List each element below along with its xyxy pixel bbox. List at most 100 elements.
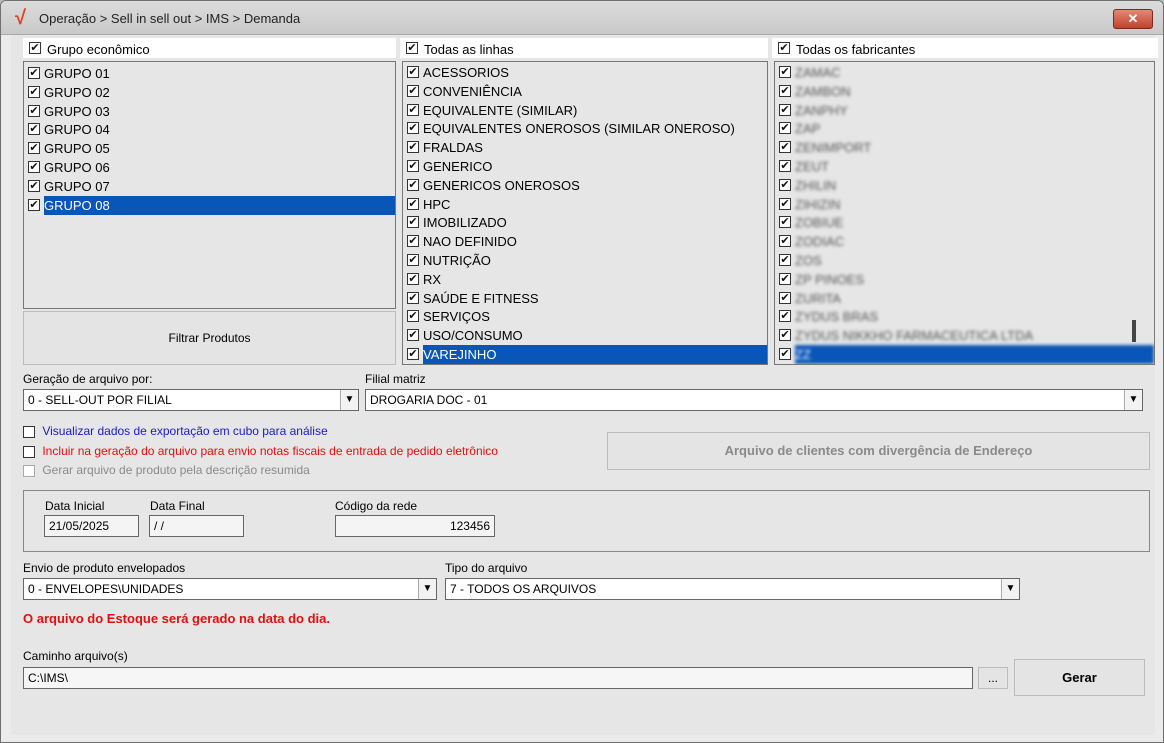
list-item-checkbox[interactable]: ✔ xyxy=(779,159,791,172)
list-item-checkbox[interactable]: ✔ xyxy=(407,347,419,360)
list-item[interactable]: ✔ ZOS xyxy=(775,251,1154,270)
list-item-checkbox[interactable]: ✔ xyxy=(779,141,791,154)
grupo-list[interactable]: ✔ GRUPO 01 ✔ GRUPO 02 ✔ GRUPO 03 ✔ GRUPO 04 ✔ GRU… xyxy=(23,61,396,309)
list-item-checkbox[interactable]: ✔ xyxy=(407,216,419,229)
list-item-checkbox[interactable]: ✔ xyxy=(407,235,419,248)
list-item[interactable]: ✔ USO/CONSUMO xyxy=(403,326,767,345)
list-item[interactable]: ✔ NUTRIÇÃO xyxy=(403,251,767,270)
fabricantes-all-checkbox[interactable]: ✔ xyxy=(778,42,790,54)
list-item-checkbox[interactable]: ✔ xyxy=(407,122,419,135)
list-item[interactable]: ✔ ZANPHY xyxy=(775,101,1154,120)
list-item[interactable]: ✔ ZAMAC xyxy=(775,63,1154,82)
list-item[interactable]: ✔ ZYDUS BRAS xyxy=(775,307,1154,326)
list-item-checkbox[interactable]: ✔ xyxy=(28,160,40,173)
incluir-checkbox[interactable]: ✔ xyxy=(23,445,35,458)
list-item-checkbox[interactable]: ✔ xyxy=(28,85,40,98)
list-item[interactable]: ✔ GRUPO 07 xyxy=(24,177,395,196)
codigo-rede-input[interactable]: 123456 xyxy=(335,515,495,537)
list-item[interactable]: ✔ ZYDUS NIKKHO FARMACEUTICA LTDA xyxy=(775,326,1154,345)
list-item-checkbox[interactable]: ✔ xyxy=(407,291,419,304)
list-item-checkbox[interactable]: ✔ xyxy=(28,104,40,117)
list-item-checkbox[interactable]: ✔ xyxy=(407,329,419,342)
list-item[interactable]: ✔ GRUPO 06 xyxy=(24,158,395,177)
list-item[interactable]: ✔ RX xyxy=(403,270,767,289)
filtrar-produtos-button[interactable]: Filtrar Produtos xyxy=(23,311,396,365)
list-item-checkbox[interactable]: ✔ xyxy=(28,198,40,211)
list-item-checkbox[interactable]: ✔ xyxy=(779,310,791,323)
list-item[interactable]: ✔ ZURITA xyxy=(775,289,1154,308)
list-item[interactable]: ✔ ZIHIZIN xyxy=(775,195,1154,214)
data-inicial-input[interactable]: 21/05/2025 xyxy=(44,515,139,537)
list-item[interactable]: ✔ ZOBIUE xyxy=(775,213,1154,232)
list-item-checkbox[interactable]: ✔ xyxy=(407,272,419,285)
list-item-checkbox[interactable]: ✔ xyxy=(28,142,40,155)
gerar-button[interactable]: Gerar xyxy=(1014,659,1145,696)
list-item-checkbox[interactable]: ✔ xyxy=(779,253,791,266)
list-item[interactable]: ✔ GRUPO 01 xyxy=(24,64,395,83)
linhas-all-checkbox[interactable]: ✔ xyxy=(406,42,418,54)
list-item-checkbox[interactable]: ✔ xyxy=(779,84,791,97)
list-item[interactable]: ✔ ZAP xyxy=(775,119,1154,138)
list-item-checkbox[interactable]: ✔ xyxy=(779,178,791,191)
filial-select[interactable]: DROGARIA DOC - 01 ▼ xyxy=(365,389,1143,411)
list-item[interactable]: ✔ ZZ xyxy=(775,344,1154,364)
list-item-checkbox[interactable]: ✔ xyxy=(407,197,419,210)
list-item-checkbox[interactable]: ✔ xyxy=(779,122,791,135)
list-item[interactable]: ✔ ZODIAC xyxy=(775,232,1154,251)
list-item[interactable]: ✔ EQUIVALENTE (SIMILAR) xyxy=(403,101,767,120)
list-item-checkbox[interactable]: ✔ xyxy=(407,103,419,116)
geracao-select[interactable]: 0 - SELL-OUT POR FILIAL ▼ xyxy=(23,389,359,411)
list-item[interactable]: ✔ GRUPO 03 xyxy=(24,102,395,121)
list-item-checkbox[interactable]: ✔ xyxy=(779,329,791,342)
linhas-list[interactable]: ✔ ACESSORIOS ✔ CONVENIÊNCIA ✔ EQUIVALENTE (SI… xyxy=(402,61,768,365)
fabricantes-list[interactable]: ✔ ZAMAC ✔ ZAMBON ✔ ZANPHY ✔ ZAP ✔ ZENIMPORT ✔ ZEUT ✔… xyxy=(774,61,1155,365)
list-item[interactable]: ✔ GRUPO 02 xyxy=(24,83,395,102)
list-item-checkbox[interactable]: ✔ xyxy=(28,123,40,136)
list-item[interactable]: ✔ GRUPO 04 xyxy=(24,120,395,139)
list-item-checkbox[interactable]: ✔ xyxy=(779,291,791,304)
list-item-checkbox[interactable]: ✔ xyxy=(407,141,419,154)
data-final-input[interactable]: / / xyxy=(149,515,244,537)
incluir-option[interactable]: ✔ Incluir na geração do arquivo para env… xyxy=(23,444,498,458)
list-item-checkbox[interactable]: ✔ xyxy=(407,178,419,191)
tipo-select[interactable]: 7 - TODOS OS ARQUIVOS ▼ xyxy=(445,578,1020,600)
list-item-checkbox[interactable]: ✔ xyxy=(779,66,791,78)
list-item[interactable]: ✔ IMOBILIZADO xyxy=(403,213,767,232)
list-item-checkbox[interactable]: ✔ xyxy=(779,197,791,210)
list-item-checkbox[interactable]: ✔ xyxy=(407,310,419,323)
list-item[interactable]: ✔ GENERICOS ONEROSOS xyxy=(403,176,767,195)
list-item[interactable]: ✔ EQUIVALENTES ONEROSOS (SIMILAR ONEROSO) xyxy=(403,119,767,138)
list-item[interactable]: ✔ GRUPO 05 xyxy=(24,139,395,158)
list-item[interactable]: ✔ ZP PINOES xyxy=(775,270,1154,289)
close-button[interactable]: ✕ xyxy=(1113,9,1153,29)
list-item-checkbox[interactable]: ✔ xyxy=(779,103,791,116)
list-item-checkbox[interactable]: ✔ xyxy=(407,66,419,78)
list-item-checkbox[interactable]: ✔ xyxy=(779,272,791,285)
visualizar-checkbox[interactable]: ✔ xyxy=(23,425,35,438)
list-item-checkbox[interactable]: ✔ xyxy=(407,84,419,97)
browse-button[interactable]: ... xyxy=(978,667,1008,689)
list-item-checkbox[interactable]: ✔ xyxy=(779,235,791,248)
list-item[interactable]: ✔ ZHILIN xyxy=(775,176,1154,195)
grupo-all-checkbox[interactable]: ✔ xyxy=(29,42,41,54)
list-item[interactable]: ✔ VAREJINHO xyxy=(403,344,767,364)
list-item-checkbox[interactable]: ✔ xyxy=(779,347,791,360)
list-item[interactable]: ✔ CONVENIÊNCIA xyxy=(403,82,767,101)
list-item[interactable]: ✔ ZEUT xyxy=(775,157,1154,176)
list-item[interactable]: ✔ GENERICO xyxy=(403,157,767,176)
list-item[interactable]: ✔ ZAMBON xyxy=(775,82,1154,101)
list-item-checkbox[interactable]: ✔ xyxy=(28,67,40,79)
visualizar-option[interactable]: ✔ Visualizar dados de exportação em cubo… xyxy=(23,424,328,438)
list-item[interactable]: ✔ ACESSORIOS xyxy=(403,63,767,82)
list-item[interactable]: ✔ NAO DEFINIDO xyxy=(403,232,767,251)
list-item[interactable]: ✔ ZENIMPORT xyxy=(775,138,1154,157)
envio-select[interactable]: 0 - ENVELOPES\UNIDADES ▼ xyxy=(23,578,437,600)
caminho-input[interactable]: C:\IMS\ xyxy=(23,667,973,689)
list-item[interactable]: ✔ FRALDAS xyxy=(403,138,767,157)
divergencia-button[interactable]: Arquivo de clientes com divergência de E… xyxy=(607,432,1150,470)
list-item[interactable]: ✔ SERVIÇOS xyxy=(403,307,767,326)
list-item-checkbox[interactable]: ✔ xyxy=(779,216,791,229)
list-item-checkbox[interactable]: ✔ xyxy=(28,179,40,192)
list-item[interactable]: ✔ SAÚDE E FITNESS xyxy=(403,289,767,308)
list-item[interactable]: ✔ HPC xyxy=(403,195,767,214)
